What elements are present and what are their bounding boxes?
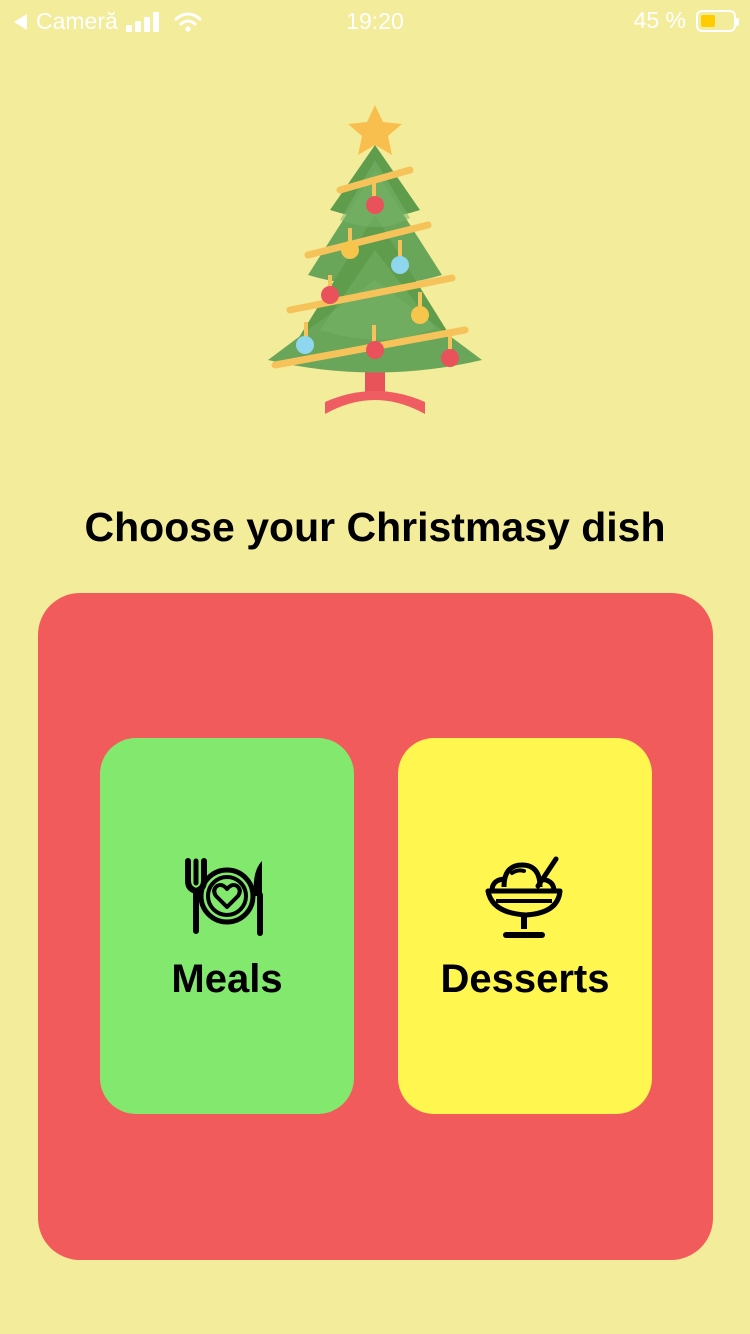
ice-cream-sundae-icon: [485, 856, 563, 938]
page-title: Choose your Christmasy dish: [84, 504, 666, 550]
christmas-tree-icon: [268, 105, 482, 414]
meal-plate-icon: [185, 857, 263, 936]
desserts-label: Desserts: [440, 956, 610, 1001]
status-bar: Cameră 19:20 45 %: [0, 0, 750, 40]
status-right: 45 %: [633, 7, 739, 34]
battery-icon: [696, 9, 739, 32]
battery-percent: 45 %: [633, 7, 686, 33]
dish-choice-panel: Meals Desserts: [38, 593, 713, 1260]
meals-label: Meals: [171, 956, 283, 1001]
desserts-button[interactable]: Desserts: [398, 738, 652, 1114]
battery-level-fill: [701, 14, 715, 27]
meals-button[interactable]: Meals: [100, 738, 354, 1114]
